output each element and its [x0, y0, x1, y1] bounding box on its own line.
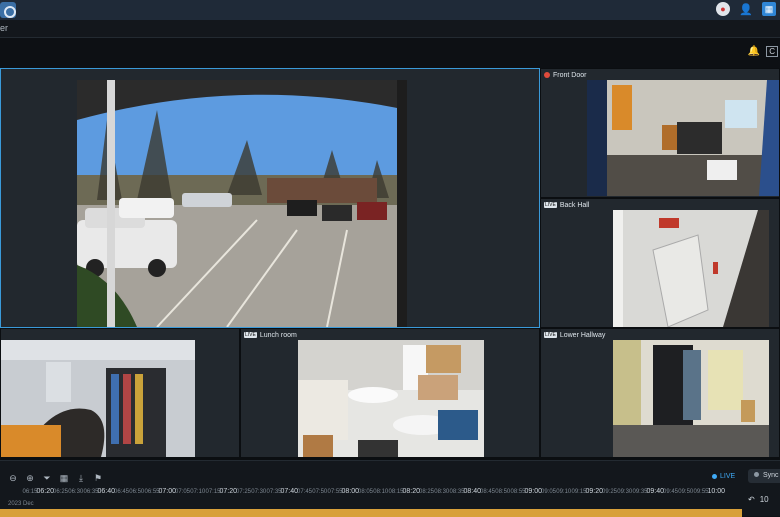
timeline-date: 2023 Dec — [8, 501, 34, 507]
step-back-icon[interactable]: ↶ — [748, 495, 755, 504]
recording-indicator — [544, 72, 550, 78]
timeline-step-controls: ↶ 10 — [748, 495, 769, 504]
timeline-tick-label: 09:05 — [540, 489, 557, 495]
notification-icon[interactable]: ● — [716, 2, 730, 16]
timeline-tick-label: 09:00 — [524, 488, 543, 495]
camera-feed-parking-lot — [77, 80, 407, 327]
timeline-tick-label: 09:35 — [632, 489, 648, 495]
timeline-tick-label: 08:35 — [449, 489, 465, 495]
camera-tile-lunch-room[interactable]: LIVE Lunch room — [240, 328, 540, 458]
timeline-tick-label: 07:35 — [266, 489, 282, 495]
zoom-out-icon[interactable]: ⊖ — [8, 473, 18, 484]
layout-icon[interactable]: C — [766, 46, 778, 57]
timeline-tick-label: 07:25 — [235, 489, 252, 495]
timeline-tick-label: 08:45 — [479, 489, 496, 495]
timeline-tick-label: 06:30 — [68, 489, 84, 495]
calendar-icon[interactable]: ▦ — [59, 473, 69, 484]
camera-tile-main[interactable] — [0, 68, 540, 328]
camera-feed-back-hall — [613, 210, 769, 327]
timeline-tick-label: 07:40 — [280, 488, 299, 495]
timeline-tick-label: 06:50 — [129, 489, 145, 495]
camera-label: Front Door — [544, 70, 586, 80]
timeline-tick-label: 09:55 — [693, 489, 709, 495]
timeline-tick-label: 09:50 — [678, 489, 694, 495]
live-badge: LIVE — [544, 332, 557, 338]
timeline-tick-label: 07:50 — [312, 489, 328, 495]
timeline-tick-label: 09:20 — [585, 488, 604, 495]
live-button[interactable]: LIVE — [712, 473, 735, 480]
timeline-tick-label: 08:50 — [495, 489, 511, 495]
live-badge: LIVE — [544, 202, 557, 208]
timeline-tick-label: 08:10 — [373, 489, 389, 495]
camera-feed-front-door — [587, 80, 779, 196]
camera-name: Front Door — [553, 71, 587, 79]
camera-tile-server-room[interactable] — [0, 328, 240, 458]
camera-grid: Front Door LIVE Back Hall LIVE Lunch roo… — [0, 68, 780, 460]
timeline-tick-label: 09:45 — [662, 489, 679, 495]
menu-bar: er — [0, 20, 780, 38]
app-grid-icon[interactable]: ▦ — [762, 2, 776, 16]
timeline-tick-label: 09:15 — [571, 489, 587, 495]
live-view-toolbar: 🔔 C — [0, 38, 780, 68]
timeline-tick-label: 06:25 — [52, 489, 69, 495]
bookmark-icon[interactable]: ⚑ — [93, 473, 103, 484]
user-icon[interactable]: 👤 — [739, 2, 753, 16]
camera-name: Lunch room — [259, 331, 297, 339]
camera-tile-front-door[interactable]: Front Door — [540, 68, 780, 198]
timeline-controls: ⊖ ⊕ ⏷ ▦ ⤓ ⚑ — [8, 473, 103, 484]
camera-label: LIVE Lower Hallway — [544, 330, 605, 340]
bell-icon[interactable]: 🔔 — [748, 46, 760, 57]
menu-label[interactable]: er — [0, 23, 8, 33]
timeline-tick-label: 08:55 — [510, 489, 526, 495]
timeline-tick-label: 07:45 — [296, 489, 313, 495]
timeline-tick-label: 09:10 — [556, 489, 572, 495]
timeline-tick-label: 08:30 — [434, 489, 450, 495]
timeline-tick-label: 07:55 — [327, 489, 343, 495]
top-right-icons: ● 👤 ▦ — [716, 2, 776, 16]
timeline-tick-label: 07:15 — [205, 489, 221, 495]
live-label: LIVE — [720, 473, 736, 480]
zoom-in-icon[interactable]: ⊕ — [25, 473, 35, 484]
download-icon[interactable]: ⤓ — [76, 473, 86, 484]
timeline-tick-label: 10:00 — [707, 488, 726, 495]
timeline-tick-label: 08:05 — [357, 489, 374, 495]
timeline-tick-label: 09:30 — [617, 489, 633, 495]
timeline-tick-label: 07:05 — [174, 489, 191, 495]
timeline-tick-label: 06:55 — [144, 489, 160, 495]
timeline-tick-label: 07:10 — [190, 489, 206, 495]
timeline-panel: ⊖ ⊕ ⏷ ▦ ⤓ ⚑ LIVE Sync 06:15 06:20 06:25 06:… — [0, 460, 780, 517]
camera-label: LIVE Lunch room — [244, 330, 297, 340]
timeline-tick-label: 07:00 — [158, 488, 177, 495]
sync-button[interactable]: Sync — [748, 469, 780, 483]
timeline-tick-label: 08:00 — [341, 488, 360, 495]
timeline-tick-label: 06:35 — [83, 489, 99, 495]
step-value[interactable]: 10 — [760, 495, 769, 504]
camera-tile-lower-hallway[interactable]: LIVE Lower Hallway — [540, 328, 780, 458]
camera-name: Back Hall — [559, 201, 590, 209]
timeline-tick-label: 07:20 — [219, 488, 238, 495]
timeline-tick-label: 06:45 — [113, 489, 130, 495]
top-system-bar: ● 👤 ▦ — [0, 0, 780, 20]
filter-icon[interactable]: ⏷ — [42, 473, 52, 484]
live-dot-icon — [712, 474, 717, 479]
timeline-ruler[interactable]: 06:15 06:20 06:25 06:30 06:35 06:40 06:45 06:50… — [0, 487, 740, 501]
timeline-tick-label: 07:30 — [251, 489, 267, 495]
camera-name: Lower Hallway — [559, 331, 606, 339]
timeline-tick-label: 08:20 — [402, 488, 421, 495]
timeline-tick-label: 08:15 — [388, 489, 404, 495]
timeline-tick-label: 09:25 — [601, 489, 618, 495]
timeline-tick-label: 06:15 — [22, 489, 38, 495]
timeline-tick-label: 08:25 — [418, 489, 435, 495]
timeline-tick-label: 06:40 — [97, 488, 116, 495]
surveillance-app-icon[interactable] — [0, 2, 16, 18]
camera-label: LIVE Back Hall — [544, 200, 589, 210]
camera-feed-lunch-room — [298, 340, 484, 457]
camera-feed-server-room — [1, 340, 195, 457]
live-badge: LIVE — [244, 332, 257, 338]
timeline-tick-label: 06:20 — [36, 488, 55, 495]
timeline-tick-label: 08:40 — [463, 488, 482, 495]
camera-feed-lower-hallway — [613, 340, 769, 457]
timeline-tick-label: 09:40 — [646, 488, 665, 495]
camera-tile-back-hall[interactable]: LIVE Back Hall — [540, 198, 780, 328]
